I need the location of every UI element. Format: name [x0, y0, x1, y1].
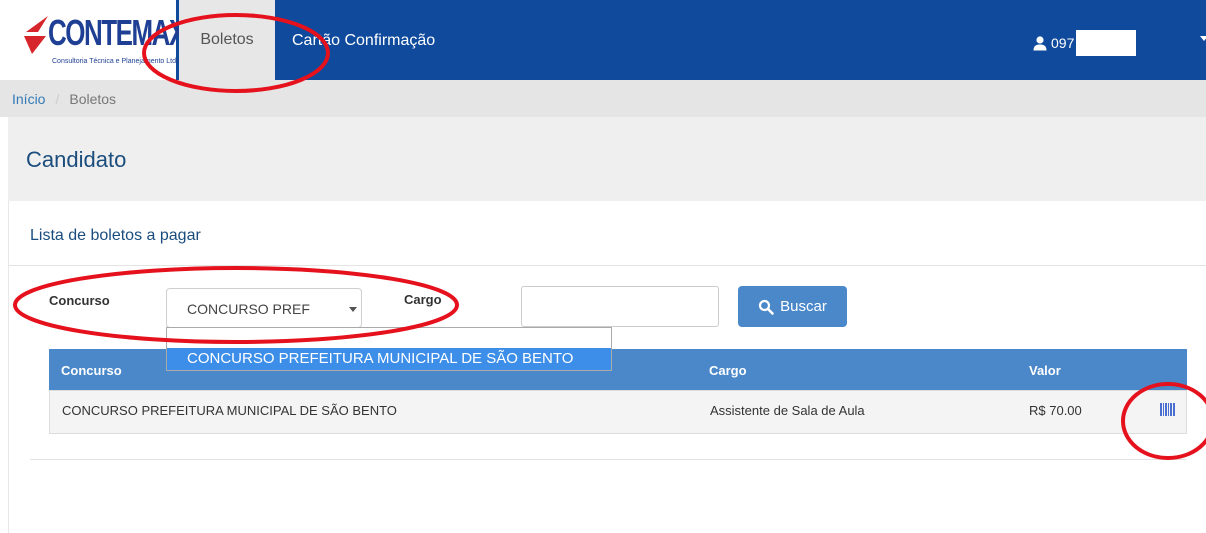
- table-row: CONCURSO PREFEITURA MUNICIPAL DE SÃO BEN…: [49, 390, 1187, 434]
- user-icon: [1033, 36, 1047, 51]
- logo[interactable]: CONTEMAX Consultoria Técnica e Planejame…: [8, 0, 186, 80]
- cell-cargo: Assistente de Sala de Aula: [710, 403, 865, 418]
- panel-heading: Lista de boletos a pagar: [8, 201, 1206, 266]
- page-title: Candidato: [26, 147, 127, 172]
- top-navbar: CONTEMAX Consultoria Técnica e Planejame…: [0, 0, 1206, 80]
- logo-mark-icon: [24, 16, 48, 54]
- column-header-concurso: Concurso: [61, 363, 122, 378]
- search-button[interactable]: Buscar: [738, 286, 847, 327]
- navbar-edge: [0, 0, 8, 80]
- concurso-select-value: CONCURSO PREF: [187, 301, 310, 317]
- panel-title: Lista de boletos a pagar: [30, 227, 201, 244]
- cell-concurso: CONCURSO PREFEITURA MUNICIPAL DE SÃO BEN…: [62, 403, 397, 418]
- user-menu[interactable]: 097: [1032, 30, 1137, 56]
- dropdown-option-label: CONCURSO PREFEITURA MUNICIPAL DE SÃO BEN…: [187, 350, 574, 367]
- panel-left-border: [8, 201, 9, 533]
- search-button-label: Buscar: [780, 298, 827, 315]
- column-header-cargo: Cargo: [709, 363, 747, 378]
- column-header-valor: Valor: [1029, 363, 1061, 378]
- page-header: Candidato: [8, 117, 1206, 201]
- logo-text: CONTEMAX: [48, 12, 186, 53]
- search-icon: [759, 299, 774, 315]
- concurso-select[interactable]: CONCURSO PREF: [166, 288, 362, 328]
- cargo-input[interactable]: [521, 286, 719, 327]
- caret-down-icon[interactable]: [1200, 36, 1206, 41]
- cargo-label: Cargo: [404, 292, 442, 307]
- breadcrumb: Início / Boletos: [0, 80, 1206, 117]
- cell-valor: R$ 70.00: [1029, 403, 1082, 418]
- caret-down-icon: [349, 307, 357, 312]
- logo-subtext: Consultoria Técnica e Planejamento Ltda: [52, 58, 180, 65]
- breadcrumb-separator: /: [55, 90, 60, 107]
- concurso-dropdown-list: CONCURSO PREFEITURA MUNICIPAL DE SÃO BEN…: [166, 327, 612, 371]
- user-id: 097: [1051, 35, 1075, 51]
- breadcrumb-current: Boletos: [69, 90, 117, 107]
- panel-divider: [30, 459, 1186, 460]
- redacted-user-info: [1076, 30, 1137, 56]
- dropdown-option[interactable]: CONCURSO PREFEITURA MUNICIPAL DE SÃO BEN…: [167, 348, 611, 370]
- nav-link-cartao-confirmacao[interactable]: Cartão Confirmação: [292, 32, 435, 50]
- breadcrumb-home[interactable]: Início: [12, 91, 45, 107]
- concurso-label: Concurso: [49, 293, 110, 308]
- barcode-icon[interactable]: [1160, 403, 1175, 416]
- nav-tab-boletos[interactable]: Boletos: [179, 0, 275, 80]
